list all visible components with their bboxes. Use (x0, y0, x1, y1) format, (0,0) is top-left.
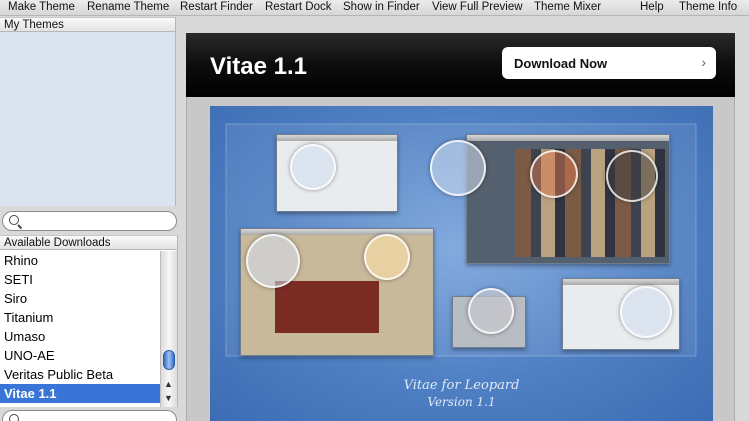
list-item[interactable]: UNO-AE (0, 346, 160, 365)
downloads-search-input[interactable] (2, 410, 177, 421)
my-themes-list[interactable]: My Themes (0, 17, 176, 206)
make-theme-button[interactable]: Make Theme (8, 1, 75, 13)
rename-theme-button[interactable]: Rename Theme (87, 1, 169, 13)
chevron-right-icon: › (701, 54, 706, 70)
preview-lens (430, 140, 486, 196)
available-downloads-list[interactable]: Available Downloads Rhino SETI Siro Tita… (0, 235, 178, 407)
list-item[interactable]: Siro (0, 289, 160, 308)
search-icon (9, 414, 19, 421)
preview-lens (530, 150, 578, 198)
help-button[interactable]: Help (640, 1, 664, 13)
show-in-finder-button[interactable]: Show in Finder (343, 1, 420, 13)
scroll-up-arrow-icon[interactable]: ▲ (164, 379, 173, 389)
theme-preview-image: Vitae for Leopard Version 1.1 (210, 106, 713, 421)
view-full-preview-button[interactable]: View Full Preview (432, 1, 523, 13)
preview-lens (620, 286, 672, 338)
download-now-button[interactable]: Download Now › (502, 47, 716, 79)
sidebar: My Themes Available Downloads Rhino SETI… (0, 17, 180, 421)
list-item[interactable]: Titanium (0, 308, 160, 327)
downloads-items: Rhino SETI Siro Titanium Umaso UNO-AE Ve… (0, 251, 160, 403)
preview-caption-title: Vitae for Leopard (403, 378, 520, 393)
theme-info-button[interactable]: Theme Info (679, 1, 737, 13)
preview-lens (606, 150, 658, 202)
downloads-scrollbar[interactable]: ▲ ▼ (160, 251, 177, 407)
theme-banner: Vitae 1.1 Download Now › (186, 33, 735, 97)
scroll-down-arrow-icon[interactable]: ▼ (164, 393, 173, 403)
preview-lens (364, 234, 410, 280)
available-downloads-header: Available Downloads (0, 235, 177, 250)
toolbar: Make Theme Rename Theme Restart Finder R… (0, 0, 749, 16)
theme-mixer-button[interactable]: Theme Mixer (534, 1, 601, 13)
themes-search-input[interactable] (2, 211, 177, 231)
list-item[interactable]: Veritas Public Beta (0, 365, 160, 384)
preview-lens (290, 144, 336, 190)
preview-lens (468, 288, 514, 334)
my-themes-body (0, 32, 175, 205)
scrollbar-thumb[interactable] (163, 350, 175, 370)
list-item[interactable]: Rhino (0, 251, 160, 270)
list-item-selected[interactable]: Vitae 1.1 (0, 384, 160, 403)
preview-lens (246, 234, 300, 288)
list-item[interactable]: Umaso (0, 327, 160, 346)
preview-caption-version: Version 1.1 (427, 395, 496, 409)
restart-dock-button[interactable]: Restart Dock (265, 1, 331, 13)
download-now-label: Download Now (514, 56, 608, 71)
search-icon (9, 215, 19, 225)
list-item[interactable]: SETI (0, 270, 160, 289)
theme-title: Vitae 1.1 (210, 53, 307, 80)
my-themes-header: My Themes (0, 17, 175, 32)
restart-finder-button[interactable]: Restart Finder (180, 1, 253, 13)
